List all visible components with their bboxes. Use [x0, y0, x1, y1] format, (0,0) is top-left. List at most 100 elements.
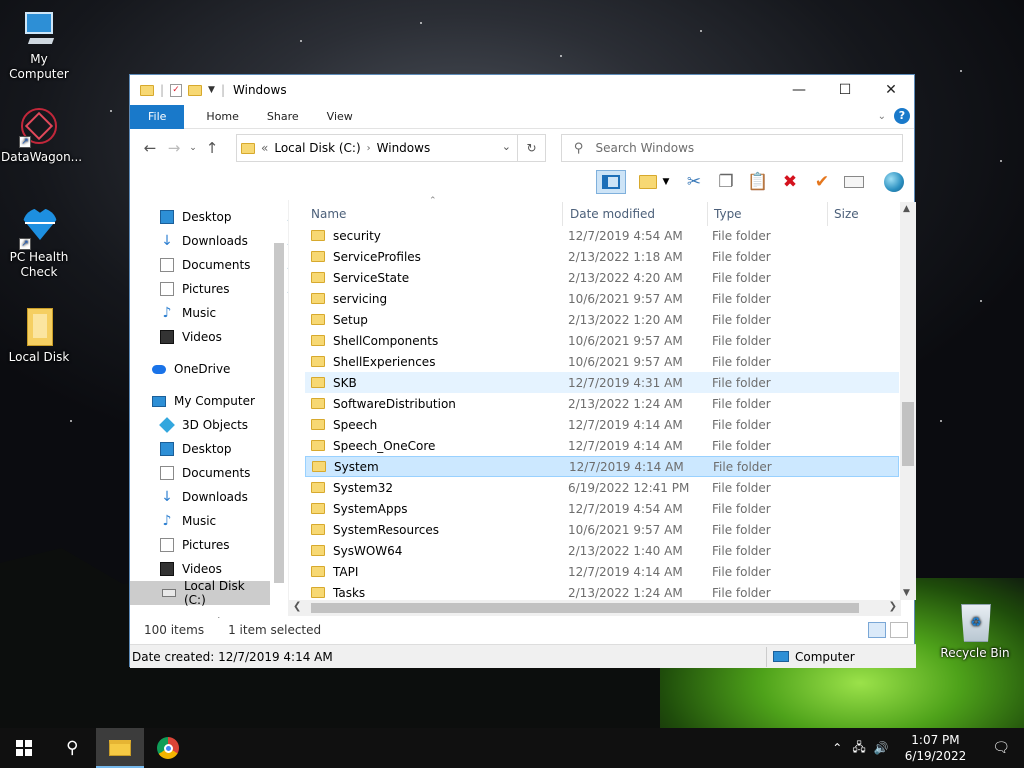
expand-ribbon-icon[interactable]: ⌄: [878, 111, 886, 122]
minimize-button[interactable]: —: [776, 75, 822, 105]
scrollbar-thumb[interactable]: [274, 243, 284, 583]
forward-button[interactable]: →: [162, 139, 186, 157]
file-row[interactable]: Setup 2/13/2022 1:20 AM File folder: [305, 309, 899, 330]
details-view-button[interactable]: [868, 622, 886, 638]
desktop-icon-recycle-bin[interactable]: ♻ Recycle Bin: [937, 602, 1013, 661]
file-type: File folder: [712, 270, 771, 285]
file-row[interactable]: ServiceState 2/13/2022 4:20 AM File folder: [305, 267, 899, 288]
file-row[interactable]: Speech_OneCore 12/7/2019 4:14 AM File fold…: [305, 435, 899, 456]
file-row[interactable]: Speech 12/7/2019 4:14 AM File folder: [305, 414, 899, 435]
close-button[interactable]: ✕: [868, 75, 914, 105]
search-box[interactable]: ⚲ Search Windows: [561, 134, 903, 162]
file-row[interactable]: SystemApps 12/7/2019 4:54 AM File folder: [305, 498, 899, 519]
file-row[interactable]: TAPI 12/7/2019 4:14 AM File folder: [305, 561, 899, 582]
paste-icon[interactable]: 📋: [746, 170, 770, 194]
file-row[interactable]: SysWOW64 2/13/2022 1:40 AM File folder: [305, 540, 899, 561]
scroll-left-icon[interactable]: ❮: [293, 601, 301, 612]
file-row[interactable]: security 12/7/2019 4:54 AM File folder: [305, 225, 899, 246]
nav-item[interactable]: OneDrive: [152, 357, 288, 381]
scroll-down-icon[interactable]: ▼: [903, 588, 910, 598]
file-row[interactable]: ShellComponents 10/6/2021 9:57 AM File fol…: [305, 330, 899, 351]
nav-item[interactable]: Desktop: [160, 437, 288, 461]
clock[interactable]: 1:07 PM 6/19/2022: [905, 732, 967, 764]
tab-view[interactable]: View: [313, 105, 367, 129]
navigation-scrollbar[interactable]: [272, 205, 286, 585]
nav-item[interactable]: ↓ Downloads: [160, 485, 288, 509]
column-type[interactable]: Type: [708, 202, 828, 226]
properties-icon[interactable]: ✓: [170, 83, 183, 97]
help-icon[interactable]: ?: [894, 108, 910, 124]
file-row[interactable]: SKB 12/7/2019 4:31 AM File folder: [305, 372, 899, 393]
up-button[interactable]: ↑: [200, 139, 224, 157]
nav-item[interactable]: Pictures: [160, 533, 288, 557]
nav-item[interactable]: ♪ Music: [160, 301, 288, 325]
notifications-icon[interactable]: 🗨: [978, 740, 1024, 756]
file-row[interactable]: ShellExperiences 10/6/2021 9:57 AM File fo…: [305, 351, 899, 372]
chevron-down-icon[interactable]: ▼: [208, 85, 215, 95]
back-button[interactable]: ←: [138, 139, 162, 157]
tab-file[interactable]: File: [130, 104, 185, 129]
large-icons-view-button[interactable]: [890, 622, 908, 638]
file-name: Speech_OneCore: [333, 438, 436, 453]
delete-icon[interactable]: ✖: [778, 170, 802, 194]
scrollbar-thumb[interactable]: [902, 402, 914, 466]
new-folder-icon[interactable]: [188, 84, 203, 96]
column-date-modified[interactable]: Date modified: [564, 202, 708, 226]
nav-item[interactable]: ↓Downloads📌: [160, 229, 288, 253]
preview-pane-icon[interactable]: [596, 170, 626, 194]
taskbar-chrome[interactable]: [144, 728, 192, 768]
file-row[interactable]: servicing 10/6/2021 9:57 AM File folder: [305, 288, 899, 309]
nav-item[interactable]: Network: [152, 611, 288, 618]
column-size[interactable]: Size: [828, 202, 900, 226]
column-name[interactable]: Name ⌃: [305, 196, 563, 226]
chevron-down-icon[interactable]: ⌄: [502, 140, 511, 153]
nav-item[interactable]: Documents: [160, 461, 288, 485]
nav-item[interactable]: Pictures📌: [160, 277, 288, 301]
scroll-up-icon[interactable]: ▲: [903, 204, 910, 214]
desktop-icon-my-computer[interactable]: My Computer: [1, 8, 77, 82]
desktop-icon-pc-health-check[interactable]: ↗ PC Health Check: [1, 206, 77, 280]
breadcrumb-local-disk[interactable]: Local Disk (C:): [274, 141, 360, 155]
desktop-icon-local-disk[interactable]: Local Disk: [1, 306, 77, 365]
view-options-icon[interactable]: [636, 170, 660, 194]
start-button[interactable]: [0, 728, 48, 768]
taskbar-file-explorer[interactable]: [96, 728, 144, 768]
file-row[interactable]: SoftwareDistribution 2/13/2022 1:24 AM Fil…: [305, 393, 899, 414]
recent-locations-button[interactable]: ⌄: [186, 143, 200, 153]
nav-item[interactable]: My Computer: [152, 389, 288, 413]
nav-item[interactable]: Videos: [160, 325, 288, 349]
desktop-icon-datawagon[interactable]: ↗ DataWagon...: [1, 106, 82, 165]
nav-item[interactable]: Local Disk (C:): [130, 579, 270, 607]
nav-item[interactable]: 3D Objects: [159, 413, 288, 437]
network-icon[interactable]: 🖧: [848, 738, 869, 759]
chevron-up-icon[interactable]: ⌃: [826, 741, 848, 755]
nav-item-label: Documents: [182, 258, 251, 272]
copy-icon[interactable]: ❐: [714, 170, 738, 194]
horizontal-scrollbar[interactable]: ❮ ❯: [289, 600, 901, 616]
refresh-button[interactable]: ↻: [518, 134, 546, 162]
address-overflow[interactable]: «: [261, 141, 268, 155]
cut-icon[interactable]: ✂: [682, 170, 706, 194]
tab-share[interactable]: Share: [253, 105, 313, 129]
maximize-button[interactable]: ☐: [822, 75, 868, 105]
scroll-right-icon[interactable]: ❯: [889, 601, 897, 612]
nav-item[interactable]: Documents📌: [160, 253, 288, 277]
tab-home[interactable]: Home: [192, 105, 252, 129]
nav-item[interactable]: Videos: [160, 557, 288, 581]
rename-icon[interactable]: [842, 170, 866, 194]
file-row[interactable]: System32 6/19/2022 12:41 PM File folder: [305, 477, 899, 498]
address-bar[interactable]: « Local Disk (C:) › Windows ⌄: [236, 134, 518, 162]
file-row[interactable]: System 12/7/2019 4:14 AM File folder: [305, 456, 899, 477]
search-button[interactable]: ⚲: [48, 728, 96, 768]
vertical-scrollbar[interactable]: ▲ ▼: [900, 202, 916, 600]
nav-item[interactable]: Desktop📌: [160, 205, 288, 229]
file-row[interactable]: SystemResources 10/6/2021 9:57 AM File fol…: [305, 519, 899, 540]
apply-icon[interactable]: ✔: [810, 170, 834, 194]
file-row[interactable]: ServiceProfiles 2/13/2022 1:18 AM File fol…: [305, 246, 899, 267]
scrollbar-thumb[interactable]: [311, 603, 859, 613]
chevron-down-icon[interactable]: ▼: [660, 170, 672, 194]
globe-icon[interactable]: [882, 170, 906, 194]
nav-item[interactable]: ♪ Music: [160, 509, 288, 533]
breadcrumb-windows[interactable]: Windows: [377, 141, 431, 155]
volume-icon[interactable]: 🔊: [870, 741, 893, 755]
